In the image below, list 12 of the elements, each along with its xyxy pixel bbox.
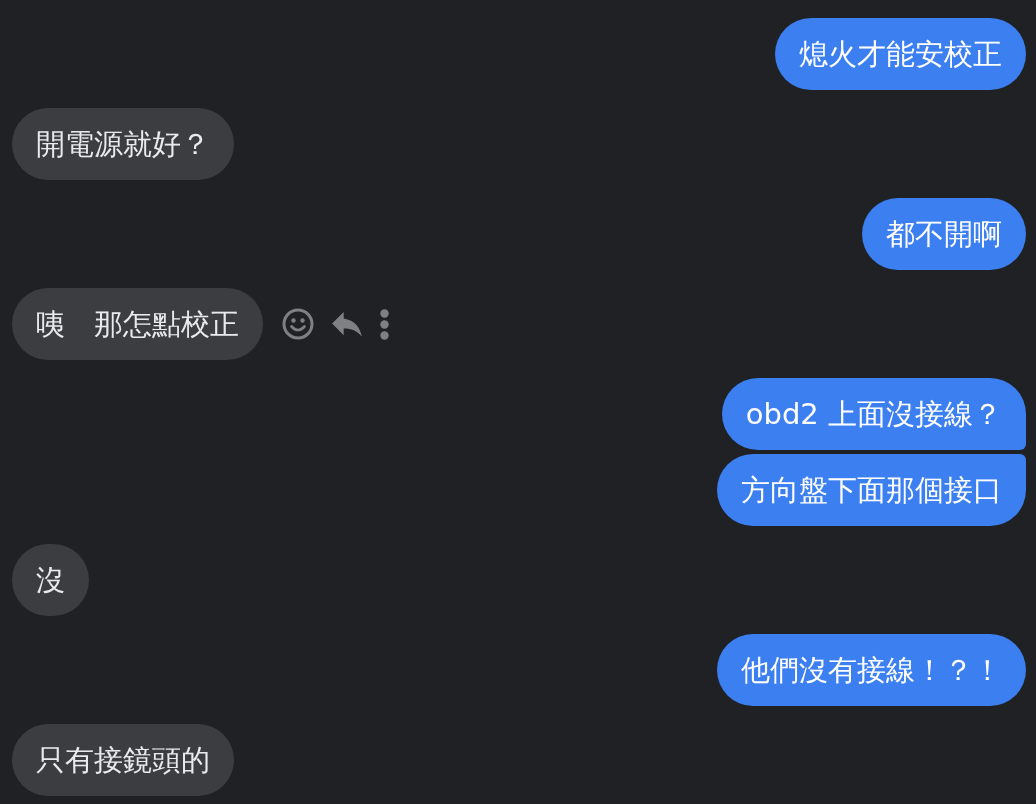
smiley-face-icon[interactable]: [282, 308, 314, 340]
reply-arrow-icon[interactable]: [331, 312, 363, 336]
message-bubble: 他們沒有接線！？！: [717, 634, 1026, 706]
message-bubble: 咦 那怎點校正: [12, 288, 263, 360]
message-bubble: 開電源就好？: [12, 108, 234, 180]
more-options-icon[interactable]: [380, 308, 389, 340]
message-bubble: 沒: [12, 544, 89, 616]
message-bubble: 方向盤下面那個接口: [717, 454, 1026, 526]
message-bubble: 都不開啊: [862, 198, 1026, 270]
message-bubble: 只有接鏡頭的: [12, 724, 234, 796]
message-bubble: obd2 上面沒接線？: [721, 378, 1026, 450]
message-bubble: 熄火才能安校正: [775, 18, 1026, 90]
